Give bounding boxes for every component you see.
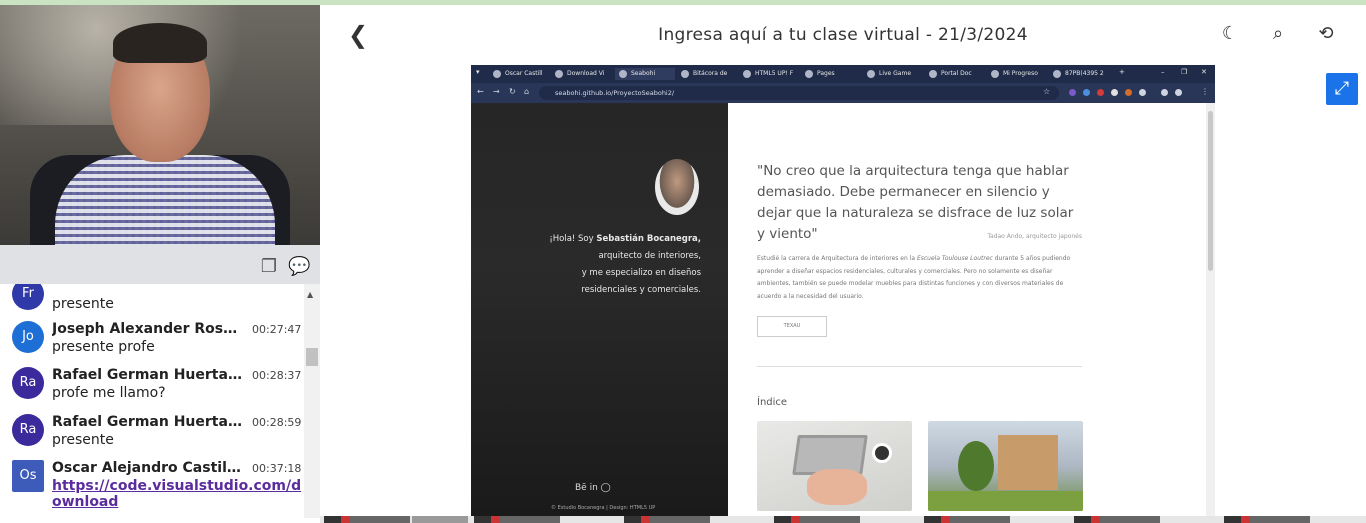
scroll-thumb[interactable] xyxy=(306,348,318,366)
main-viewer: ❮ Ingresa aquí a tu clase virtual - 21/3… xyxy=(320,5,1366,523)
avatar: Fr xyxy=(12,284,44,310)
slide-thumbnail[interactable] xyxy=(774,516,860,523)
refresh-icon[interactable]: ⟲ xyxy=(1314,23,1338,44)
site-sidebar: ¡Hola! Soy Sebastián Bocanegra, arquitec… xyxy=(471,103,728,517)
site-content: "No creo que la arquitectura tenga que h… xyxy=(728,103,1206,517)
fullscreen-icon[interactable]: ⤢ xyxy=(1326,73,1358,105)
section-heading: Índice xyxy=(757,397,788,408)
minimize-icon[interactable]: – xyxy=(1161,68,1165,76)
sender-name: Oscar Alejandro Castillo... xyxy=(52,460,242,476)
browser-tab[interactable]: Mi Progreso xyxy=(987,68,1047,80)
slide-thumbnail[interactable] xyxy=(1074,516,1160,523)
browser-tab[interactable]: Portal Doc xyxy=(925,68,985,80)
extension-icon[interactable] xyxy=(1083,89,1090,96)
avatar: Ra xyxy=(12,367,44,399)
browser-tab[interactable]: Download Vi xyxy=(551,68,611,80)
message-text: presente xyxy=(52,432,114,448)
extension-icon[interactable] xyxy=(1125,89,1132,96)
slide-thumbnail[interactable] xyxy=(324,516,410,523)
kebab-menu-icon[interactable]: ⋮ xyxy=(1201,87,1209,96)
tab-menu-icon[interactable]: ▾ xyxy=(476,68,480,76)
extension-icon[interactable] xyxy=(1139,89,1146,96)
slide-thumbnails xyxy=(320,516,1366,523)
back-icon[interactable]: ← xyxy=(477,87,484,96)
slide-thumbnail[interactable] xyxy=(924,516,1010,523)
restore-icon[interactable]: ❐ xyxy=(1181,68,1187,76)
slide-thumbnail[interactable] xyxy=(624,516,710,523)
sender-name: Rafael German Huertas ... xyxy=(52,367,242,383)
new-tab-icon[interactable]: + xyxy=(1119,68,1125,76)
sender-name: Joseph Alexander Rosal... xyxy=(52,321,242,337)
quote-author: Tadao Ando, arquitecto japonés xyxy=(987,233,1082,240)
browser-tab-active[interactable]: Seabohi xyxy=(615,68,675,80)
scroll-up-icon[interactable]: ▲ xyxy=(307,290,313,299)
shared-screen: ▾ Oscar Castill Download Vi Seabohi Bitá… xyxy=(442,65,1244,517)
message-time: 00:28:37 xyxy=(252,369,302,382)
profile-photo xyxy=(655,159,699,215)
bookmark-star-icon[interactable]: ☆ xyxy=(1043,87,1050,96)
message-text: profe me llamo? xyxy=(52,385,166,401)
avatar: Ra xyxy=(12,414,44,446)
chat-scrollbar[interactable]: ▲ xyxy=(304,284,320,518)
browser-window: ▾ Oscar Castill Download Vi Seabohi Bitá… xyxy=(471,65,1215,517)
extension-icon[interactable] xyxy=(1097,89,1104,96)
copy-icon[interactable]: ❐ xyxy=(258,256,280,278)
browser-tab[interactable]: Live Game xyxy=(863,68,923,80)
message-link[interactable]: https://code.visualstudio.com/download xyxy=(52,478,302,510)
site-footer: © Estudio Bocanegra | Design: HTML5 UP xyxy=(551,505,656,511)
more-button[interactable]: TEXAU xyxy=(757,316,827,337)
divider xyxy=(757,366,1082,367)
browser-tab[interactable]: HTML5 UP! F xyxy=(739,68,799,80)
message-time: 00:27:47 xyxy=(252,323,302,336)
browser-tab[interactable]: 87PB(4395 2 xyxy=(1049,68,1113,80)
extension-icon[interactable] xyxy=(1111,89,1118,96)
extension-icon[interactable] xyxy=(1069,89,1076,96)
browser-tab[interactable]: Pages xyxy=(801,68,861,80)
slide-thumbnail[interactable] xyxy=(474,516,560,523)
slide-thumbnail-selected[interactable] xyxy=(412,516,468,523)
address-bar[interactable]: seabohi.github.io/ProyectoSeabohi2/ xyxy=(539,86,1059,100)
video-toolbar: ❐ 💬 xyxy=(0,245,320,289)
chat-icon[interactable]: 💬 xyxy=(288,256,310,278)
moon-icon[interactable]: ☾ xyxy=(1218,23,1242,44)
message-text: presente profe xyxy=(52,339,155,355)
message-time: 00:37:18 xyxy=(252,462,302,475)
close-icon[interactable]: ✕ xyxy=(1201,68,1207,76)
chat-list: Fr presente Jo Joseph Alexander Rosal...… xyxy=(0,284,304,518)
sidebar-icon[interactable] xyxy=(1161,89,1168,96)
project-card-laptop[interactable] xyxy=(757,421,912,511)
browser-toolbar: ← → ↻ ⌂ seabohi.github.io/ProyectoSeaboh… xyxy=(471,83,1215,103)
page-title: Ingresa aquí a tu clase virtual - 21/3/2… xyxy=(658,25,1028,45)
message-text: presente xyxy=(52,296,114,312)
intro-text: ¡Hola! Soy Sebastián Bocanegra, arquitec… xyxy=(549,234,701,295)
reload-icon[interactable]: ↻ xyxy=(509,87,516,96)
forward-icon[interactable]: → xyxy=(493,87,500,96)
message-time: 00:28:59 xyxy=(252,416,302,429)
home-icon[interactable]: ⌂ xyxy=(524,87,529,96)
slide-thumbnail[interactable] xyxy=(1224,516,1310,523)
search-icon[interactable]: ⌕ xyxy=(1266,23,1290,44)
browser-tab[interactable]: Bitácora de xyxy=(677,68,737,80)
browser-tabstrip: ▾ Oscar Castill Download Vi Seabohi Bitá… xyxy=(471,65,1215,83)
sender-name: Rafael German Huertas ... xyxy=(52,414,242,430)
project-card-house[interactable] xyxy=(928,421,1083,511)
profile-icon[interactable] xyxy=(1175,89,1182,96)
avatar: Jo xyxy=(12,321,44,353)
avatar: Os xyxy=(12,460,44,492)
bio-paragraph: Estudié la carrera de Arquitectura de in… xyxy=(757,255,1071,300)
viewer-header: ❮ Ingresa aquí a tu clase virtual - 21/3… xyxy=(320,5,1366,65)
presenter-video xyxy=(0,5,320,245)
social-links[interactable]: Bē in ◯ xyxy=(575,483,611,493)
page-scrollbar[interactable] xyxy=(1206,103,1215,517)
browser-tab[interactable]: Oscar Castill xyxy=(489,68,549,80)
